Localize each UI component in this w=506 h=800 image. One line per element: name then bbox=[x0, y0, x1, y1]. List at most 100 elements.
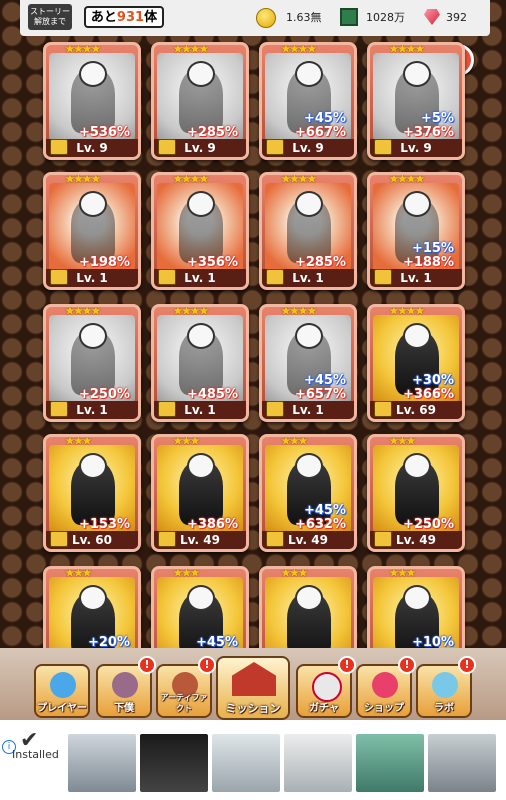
unit-card[interactable]: ★★★ +153% Lv. 60 bbox=[43, 434, 141, 552]
unit-head bbox=[403, 585, 431, 611]
remaining-prefix: あと bbox=[90, 10, 117, 25]
unit-head bbox=[187, 585, 215, 611]
bonus-red: +667% bbox=[294, 125, 346, 140]
ad-car-thumbnail[interactable] bbox=[356, 734, 424, 792]
unit-head bbox=[295, 191, 323, 217]
gacha-label: ガチャ bbox=[309, 703, 339, 714]
unit-level: Lv. 1 bbox=[400, 271, 432, 285]
unit-head bbox=[403, 323, 431, 349]
ad-car-thumbnail[interactable] bbox=[140, 734, 208, 792]
rarity-stars: ★★★★ bbox=[172, 42, 210, 57]
mission-button[interactable]: ミッション bbox=[216, 656, 290, 720]
rarity-stars: ★★★ bbox=[388, 434, 417, 449]
bonus-red: +250% bbox=[402, 517, 454, 532]
unit-level: Lv. 1 bbox=[76, 403, 108, 417]
unit-level: Lv. 49 bbox=[180, 533, 220, 547]
gacha-button[interactable]: ガチャ ! bbox=[296, 656, 356, 718]
bonus-red: +376% bbox=[402, 125, 454, 140]
bonus-red: +536% bbox=[78, 125, 130, 140]
unit-card[interactable]: ★★★ +386% Lv. 49 bbox=[151, 434, 249, 552]
unit-card[interactable]: ★★★★ +45% +657% Lv. 1 bbox=[259, 304, 357, 422]
bonus-red: +188% bbox=[402, 255, 454, 270]
unit-level: Lv. 9 bbox=[400, 141, 432, 155]
xp-icon bbox=[340, 8, 358, 26]
unit-level: Lv. 9 bbox=[184, 141, 216, 155]
bonus-red: +250% bbox=[78, 387, 130, 402]
bonus-red: +632% bbox=[294, 517, 346, 532]
unit-level: Lv. 69 bbox=[396, 403, 436, 417]
rarity-stars: ★★★ bbox=[280, 434, 309, 449]
subordinate-button[interactable]: 下僕 ! bbox=[96, 656, 156, 718]
ad-car-thumbnail[interactable] bbox=[284, 734, 352, 792]
unit-card[interactable]: ★★★★ +5% +376% Lv. 9 bbox=[367, 42, 465, 160]
remaining-count-box: あと931体 bbox=[84, 6, 164, 28]
rarity-stars: ★★★ bbox=[172, 566, 201, 581]
bonus-blue: +30% bbox=[411, 373, 454, 388]
rarity-stars: ★★★★ bbox=[280, 304, 318, 319]
bonus-red: +198% bbox=[78, 255, 130, 270]
gem-amount: 392 bbox=[446, 11, 467, 24]
unit-head bbox=[403, 191, 431, 217]
bonus-blue: +15% bbox=[411, 241, 454, 256]
subordinate-alert-icon: ! bbox=[138, 656, 156, 674]
bonus-red: +356% bbox=[186, 255, 238, 270]
rarity-stars: ★★★ bbox=[280, 566, 309, 581]
installed-label: Installed bbox=[12, 748, 59, 761]
remaining-number: 931 bbox=[116, 10, 145, 25]
coin-icon bbox=[256, 8, 276, 28]
unit-card[interactable]: ★★★ +45% +632% Lv. 49 bbox=[259, 434, 357, 552]
unit-card[interactable]: ★★★★ +250% Lv. 1 bbox=[43, 304, 141, 422]
bonus-blue: +45% bbox=[303, 373, 346, 388]
story-unlock-label: ストーリー 解放まで bbox=[28, 4, 72, 30]
lab-icon bbox=[432, 672, 458, 698]
rarity-stars: ★★★★ bbox=[280, 42, 318, 57]
unit-level: Lv. 1 bbox=[184, 271, 216, 285]
unit-head bbox=[187, 453, 215, 479]
lab-button[interactable]: ラボ ! bbox=[416, 656, 476, 718]
ad-car-thumbnail[interactable] bbox=[428, 734, 496, 792]
unit-head bbox=[79, 323, 107, 349]
rarity-stars: ★★★ bbox=[172, 434, 201, 449]
lab-alert-icon: ! bbox=[458, 656, 476, 674]
unit-head bbox=[295, 61, 323, 87]
rarity-stars: ★★★★ bbox=[64, 172, 102, 187]
unit-level: Lv. 1 bbox=[292, 403, 324, 417]
unit-card[interactable]: ★★★★ +285% Lv. 9 bbox=[151, 42, 249, 160]
unit-head bbox=[187, 191, 215, 217]
artifact-button[interactable]: アーティファクト ! bbox=[156, 656, 216, 718]
rarity-stars: ★★★ bbox=[64, 566, 93, 581]
rarity-stars: ★★★ bbox=[388, 566, 417, 581]
subordinate-icon bbox=[112, 672, 138, 698]
shop-button[interactable]: ショップ ! bbox=[356, 656, 416, 718]
unit-card[interactable]: ★★★★ +485% Lv. 1 bbox=[151, 304, 249, 422]
unit-card[interactable]: ★★★★ +15% +188% Lv. 1 bbox=[367, 172, 465, 290]
unit-level: Lv. 1 bbox=[76, 271, 108, 285]
unit-level: Lv. 49 bbox=[396, 533, 436, 547]
ad-car-thumbnail[interactable] bbox=[68, 734, 136, 792]
unit-card[interactable]: ★★★★ +30% +366% Lv. 69 bbox=[367, 304, 465, 422]
rarity-stars: ★★★★ bbox=[388, 42, 426, 57]
ad-car-thumbnail[interactable] bbox=[212, 734, 280, 792]
bonus-red: +657% bbox=[294, 387, 346, 402]
unit-card[interactable]: ★★★★ +536% Lv. 9 bbox=[43, 42, 141, 160]
player-label: プレイヤー bbox=[37, 703, 87, 714]
shop-gem-icon bbox=[372, 672, 398, 698]
bonus-red: +485% bbox=[186, 387, 238, 402]
unit-head bbox=[295, 453, 323, 479]
unit-card[interactable]: ★★★★ +45% +667% Lv. 9 bbox=[259, 42, 357, 160]
unit-card[interactable]: ★★★ +250% Lv. 49 bbox=[367, 434, 465, 552]
unit-level: Lv. 9 bbox=[76, 141, 108, 155]
lab-label: ラボ bbox=[434, 703, 454, 714]
artifact-label: アーティファクト bbox=[160, 693, 208, 713]
rarity-stars: ★★★ bbox=[64, 434, 93, 449]
bonus-red: +285% bbox=[186, 125, 238, 140]
bonus-red: +285% bbox=[294, 255, 346, 270]
unit-head bbox=[295, 585, 323, 611]
unit-card[interactable]: ★★★★ +198% Lv. 1 bbox=[43, 172, 141, 290]
player-button[interactable]: プレイヤー bbox=[34, 664, 90, 718]
artifact-alert-icon: ! bbox=[198, 656, 216, 674]
unit-head bbox=[79, 61, 107, 87]
unit-card[interactable]: ★★★★ +285% Lv. 1 bbox=[259, 172, 357, 290]
unit-card[interactable]: ★★★★ +356% Lv. 1 bbox=[151, 172, 249, 290]
coin-amount: 1.63無 bbox=[286, 11, 322, 24]
